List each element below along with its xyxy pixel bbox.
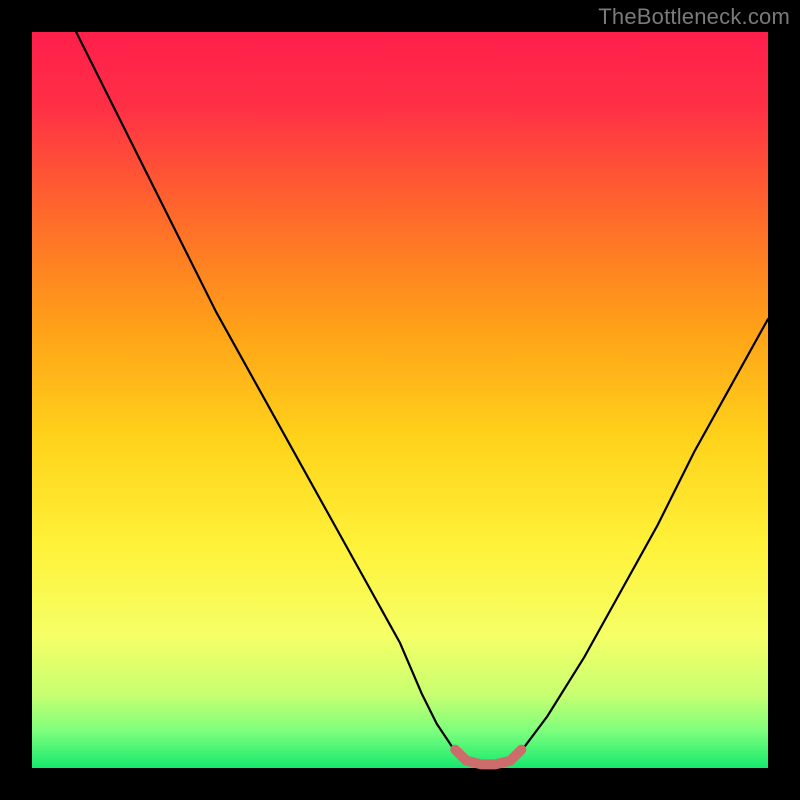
plot-background xyxy=(32,32,768,768)
bottleneck-plot xyxy=(0,0,800,800)
chart-frame: TheBottleneck.com xyxy=(0,0,800,800)
watermark-text: TheBottleneck.com xyxy=(598,4,790,30)
